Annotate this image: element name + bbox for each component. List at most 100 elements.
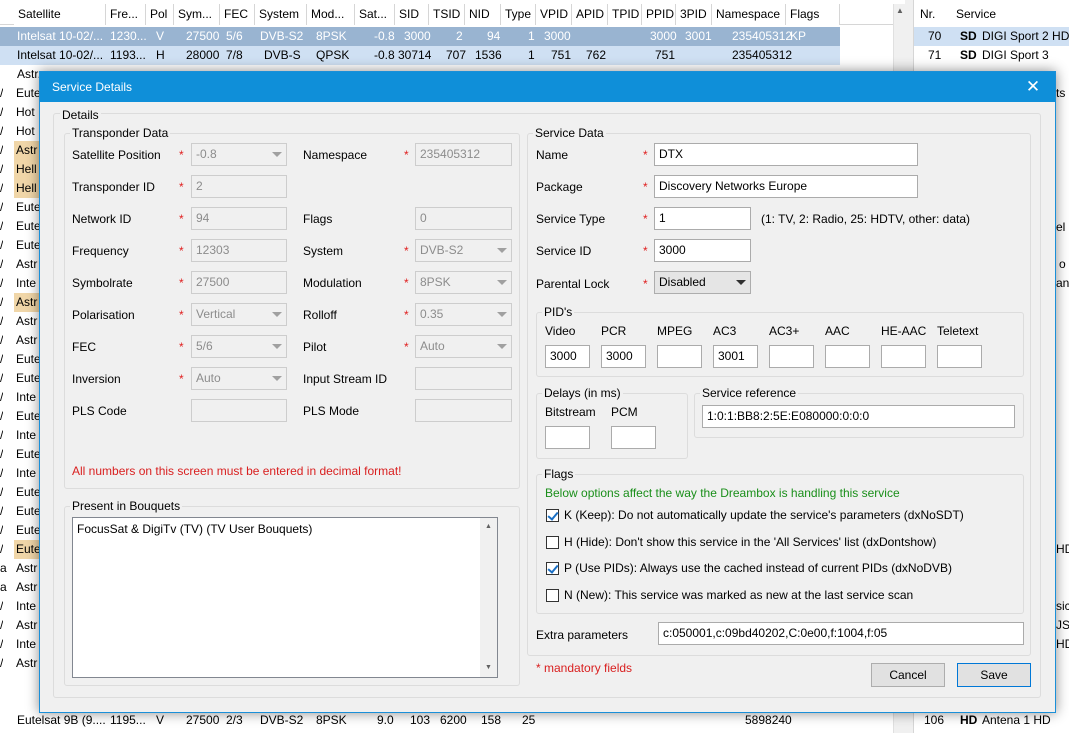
satellite-position-combo[interactable]: -0.8 [191, 143, 287, 166]
bitstream-input[interactable] [545, 426, 590, 449]
cell: DIGI Sport 2 HD [982, 29, 1069, 43]
flags-note: Below options affect the way the Dreambo… [545, 486, 900, 500]
cell: 70 [928, 29, 942, 43]
col-header[interactable]: Type [501, 4, 536, 25]
pid-video-input[interactable]: 3000 [545, 345, 590, 368]
service-type-input[interactable]: 1 [654, 207, 751, 230]
save-button[interactable]: Save [957, 663, 1031, 687]
bouquet-list[interactable]: FocusSat & DigiTv (TV) (TV User Bouquets… [72, 517, 498, 678]
name-input[interactable]: DTX [654, 143, 918, 166]
new-checkbox[interactable] [546, 589, 559, 602]
flags-input[interactable]: 0 [415, 207, 512, 230]
hide-label[interactable]: H (Hide): Don't show this service in the… [564, 534, 936, 550]
row-prefix: / [0, 390, 4, 404]
polarisation-combo[interactable]: Vertical [191, 303, 287, 326]
fec-combo[interactable]: 5/6 [191, 335, 287, 358]
frequency-input[interactable]: 12303 [191, 239, 287, 262]
pid-teletext-input[interactable] [937, 345, 982, 368]
pid-aac-input[interactable] [825, 345, 870, 368]
service-reference-input[interactable]: 1:0:1:BB8:2:5E:E080000:0:0:0 [702, 405, 1015, 428]
modulation-combo[interactable]: 8PSK [415, 271, 512, 294]
cell: 3001 [685, 29, 712, 43]
text-fragment: el [1056, 220, 1066, 234]
list-item[interactable]: FocusSat & DigiTv (TV) (TV User Bouquets… [77, 521, 312, 537]
pls-code-input[interactable] [191, 399, 287, 422]
scroll-up-icon[interactable]: ▲ [480, 520, 497, 534]
col-header[interactable]: Service [956, 4, 996, 25]
col-header[interactable]: TSID [429, 4, 465, 25]
cell: KP [790, 29, 807, 43]
col-header[interactable]: NID [465, 4, 501, 25]
text-fragment: o [1059, 257, 1066, 271]
scroll-down-icon[interactable]: ▼ [480, 661, 497, 675]
col-header[interactable]: Nr. [920, 4, 935, 25]
pid-he-aac-input[interactable] [881, 345, 926, 368]
pid-ac3-input[interactable]: 3001 [713, 345, 758, 368]
scroll-up-icon[interactable]: ▲ [894, 4, 905, 18]
use-pids-label[interactable]: P (Use PIDs): Always use the cached inst… [564, 560, 952, 576]
new-label[interactable]: N (New): This service was marked as new … [564, 587, 913, 603]
rolloff-combo[interactable]: 0.35 [415, 303, 512, 326]
parental-lock-combo[interactable]: Disabled [654, 271, 751, 294]
pid-ac3plus-input[interactable] [769, 345, 814, 368]
dialog-titlebar[interactable]: Service Details ✕ [40, 72, 1055, 102]
required-marker: * [404, 148, 409, 162]
pilot-combo[interactable]: Auto [415, 335, 512, 358]
bouquet-list-scrollbar[interactable]: ▲ ▼ [480, 518, 497, 677]
col-header[interactable]: Fre... [106, 4, 146, 25]
col-header[interactable]: SID [395, 4, 429, 25]
satellite-cell: Astr [16, 580, 38, 594]
keep-checkbox[interactable] [546, 509, 559, 522]
inversion-combo[interactable]: Auto [191, 367, 287, 390]
keep-label[interactable]: K (Keep): Do not automatically update th… [564, 507, 964, 523]
pid-pcr-input[interactable]: 3000 [601, 345, 646, 368]
col-header[interactable]: VPID [536, 4, 572, 25]
col-header[interactable]: System [255, 4, 307, 25]
col-header[interactable]: Satellite [14, 4, 106, 25]
package-input[interactable]: Discovery Networks Europe [654, 175, 918, 198]
use-pids-checkbox[interactable] [546, 562, 559, 575]
input-stream-id-input[interactable] [415, 367, 512, 390]
table-row[interactable]: Intelsat 10-02/... 1193... H 28000 7/8 D… [0, 46, 840, 65]
table-row[interactable]: Eutelsat 9B (9.... 1195... V 27500 2/3 D… [0, 711, 840, 730]
network-id-input[interactable]: 94 [191, 207, 287, 230]
text-fragment: HD [1056, 542, 1069, 556]
hide-checkbox[interactable] [546, 536, 559, 549]
extra-parameters-input[interactable]: c:050001,c:09bd40202,C:0e00,f:1004,f:05 [658, 622, 1024, 645]
list-item[interactable]: 71 SD DIGI Sport 3 [914, 46, 1069, 65]
cell: QPSK [316, 48, 350, 62]
pilot-value: Auto [420, 339, 445, 353]
row-prefix: / [0, 428, 4, 442]
pls-code-label: PLS Code [72, 404, 127, 418]
namespace-input[interactable]: 235405312 [415, 143, 512, 166]
col-header[interactable]: PPID [642, 4, 676, 25]
col-header[interactable]: 3PID [676, 4, 712, 25]
col-header[interactable]: Sat... [355, 4, 395, 25]
system-combo[interactable]: DVB-S2 [415, 239, 512, 262]
col-header[interactable]: Flags [786, 4, 840, 25]
chevron-down-icon [497, 344, 507, 349]
chevron-down-icon [272, 376, 282, 381]
pls-mode-input[interactable] [415, 399, 512, 422]
col-header[interactable]: TPID [608, 4, 642, 25]
cell: 235405312 [732, 29, 793, 43]
cancel-button[interactable]: Cancel [871, 663, 945, 687]
pid-mpeg-input[interactable] [657, 345, 702, 368]
table-row[interactable]: Intelsat 10-02/... 1230... V 27500 5/6 D… [0, 27, 840, 46]
transponder-id-input[interactable]: 2 [191, 175, 287, 198]
col-header[interactable]: Namespace [712, 4, 786, 25]
cell: 158 [481, 713, 502, 727]
service-id-input[interactable]: 3000 [654, 239, 751, 262]
symbolrate-input[interactable]: 27500 [191, 271, 287, 294]
close-icon[interactable]: ✕ [1011, 72, 1055, 102]
list-item[interactable]: 70 SD DIGI Sport 2 HD [914, 27, 1069, 46]
col-header[interactable]: Pol [146, 4, 174, 25]
col-header[interactable]: FEC [220, 4, 255, 25]
col-header[interactable]: Mod... [307, 4, 355, 25]
pcm-input[interactable] [611, 426, 656, 449]
chevron-down-icon [497, 248, 507, 253]
cell: 1230... [110, 29, 147, 43]
col-header[interactable]: Sym... [174, 4, 220, 25]
list-item[interactable]: 106 HD Antena 1 HD [914, 711, 1069, 730]
col-header[interactable]: APID [572, 4, 608, 25]
